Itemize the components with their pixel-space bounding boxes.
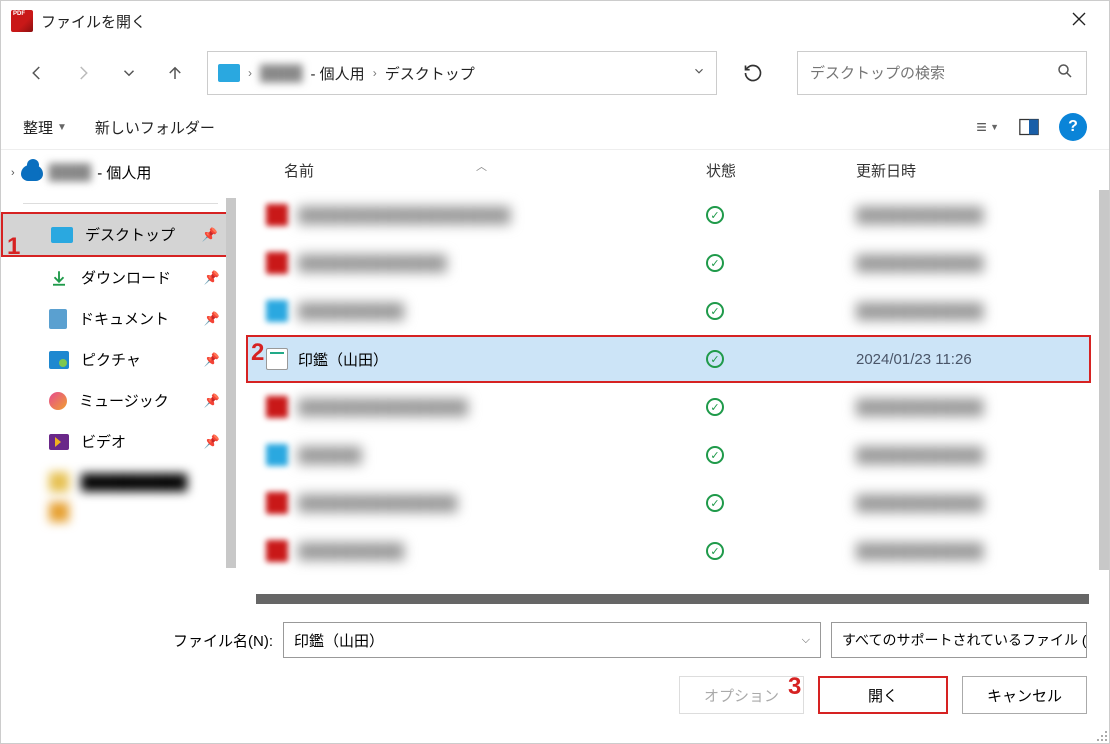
file-icon [266,348,288,370]
vertical-scrollbar[interactable] [1099,190,1109,570]
divider [23,203,218,204]
pin-icon[interactable]: 📌 [202,227,218,243]
breadcrumb-user-suffix[interactable]: - 個人用 [311,63,365,84]
sort-indicator-icon: ︿ [476,158,487,174]
filetype-combobox[interactable]: すべてのサポートされているファイル (* ⌵ [831,622,1087,658]
video-icon [49,434,69,450]
column-date[interactable]: 更新日時 [856,160,1079,181]
app-icon [11,10,33,32]
document-icon [49,309,67,329]
folder-icon [218,64,240,82]
filename-label: ファイル名(N): [173,630,273,651]
breadcrumb-bar[interactable]: › ████ - 個人用 › デスクトップ [207,51,717,95]
sidebar-item-videos[interactable]: ビデオ 📌 [1,421,236,462]
onedrive-icon [21,165,43,181]
tree-root-onedrive[interactable]: › ████ - 個人用 [1,156,236,189]
sidebar-item-downloads[interactable]: ダウンロード 📌 [1,257,236,298]
filename-combobox[interactable]: 印鑑（山田） ⌵ [283,622,821,658]
open-button[interactable]: 開く [818,676,948,714]
pin-icon[interactable]: 📌 [204,352,220,368]
column-headers: 名前︿ 状態 更新日時 [236,150,1109,191]
breadcrumb-desktop[interactable]: デスクトップ [385,63,475,84]
pin-icon[interactable]: 📌 [204,270,220,286]
horizontal-scrollbar[interactable] [256,594,1089,604]
footer: ファイル名(N): 印鑑（山田） ⌵ すべてのサポートされているファイル (* … [1,604,1109,732]
sidebar: › ████ - 個人用 デスクトップ 📌 ダウンロード 📌 ドキュメント 📌 [1,150,236,604]
new-folder-button[interactable]: 新しいフォルダー [95,117,215,138]
titlebar: ファイルを開く [1,1,1109,41]
synced-icon: ✓ [706,350,724,368]
resize-grip[interactable] [1093,727,1107,741]
column-name[interactable]: 名前︿ [266,160,706,181]
file-row[interactable]: ██████████████✓████████████ [236,239,1109,287]
music-icon [49,392,67,410]
back-button[interactable] [23,59,51,87]
recent-dropdown[interactable] [115,59,143,87]
file-date: 2024/01/23 11:26 [856,351,1079,368]
sidebar-item-hidden[interactable]: ██████████ [1,462,236,502]
sidebar-item-pictures[interactable]: ピクチャ 📌 [1,339,236,380]
close-button[interactable] [1059,4,1099,39]
column-status[interactable]: 状態 [706,160,856,181]
toolbar: 整理▼ 新しいフォルダー ▼ ? [1,105,1109,150]
chevron-right-icon[interactable]: › [11,167,15,179]
search-icon[interactable] [1056,62,1074,85]
refresh-button[interactable] [739,59,767,87]
search-input[interactable] [810,65,1056,82]
download-icon [49,268,69,288]
sidebar-item-music[interactable]: ミュージック 📌 [1,380,236,421]
filename-value: 印鑑（山田） [294,630,384,651]
sidebar-scrollbar[interactable] [226,198,236,568]
chevron-right-icon: › [248,66,252,80]
pin-icon[interactable]: 📌 [204,311,220,327]
pin-icon[interactable]: 📌 [204,434,220,450]
file-list: 名前︿ 状態 更新日時 ████████████████████✓███████… [236,150,1109,604]
search-box[interactable] [797,51,1087,95]
file-row-selected[interactable]: 印鑑（山田） ✓ 2024/01/23 11:26 [246,335,1091,383]
file-row[interactable]: ██████████✓████████████ [236,527,1109,575]
chevron-right-icon: › [373,66,377,80]
file-row[interactable]: ██████✓████████████ [236,431,1109,479]
window-title: ファイルを開く [41,11,146,32]
file-name: 印鑑（山田） [298,349,706,370]
view-mode-menu[interactable]: ▼ [975,115,999,139]
file-status: ✓ [706,350,856,369]
options-button[interactable]: オプション [679,676,804,714]
breadcrumb-user[interactable]: ████ [260,65,303,82]
open-file-dialog: ファイルを開く › ████ - 個人用 › デスクトップ 整理▼ 新しいフォル… [0,0,1110,744]
sidebar-item-documents[interactable]: ドキュメント 📌 [1,298,236,339]
up-button[interactable] [161,59,189,87]
filetype-value: すべてのサポートされているファイル (* [842,630,1087,650]
sidebar-item-hidden[interactable] [1,502,236,522]
desktop-icon [51,227,73,243]
body-area: › ████ - 個人用 デスクトップ 📌 ダウンロード 📌 ドキュメント 📌 [1,150,1109,604]
file-row[interactable]: ██████████✓████████████ [236,287,1109,335]
file-row[interactable]: ████████████████✓████████████ [236,383,1109,431]
preview-pane-button[interactable] [1017,115,1041,139]
file-row[interactable]: ███████████████✓████████████ [236,479,1109,527]
help-button[interactable]: ? [1059,113,1087,141]
pictures-icon [49,351,69,369]
nav-row: › ████ - 個人用 › デスクトップ [1,41,1109,105]
pin-icon[interactable]: 📌 [204,393,220,409]
cancel-button[interactable]: キャンセル [962,676,1087,714]
organize-menu[interactable]: 整理▼ [23,117,67,138]
sidebar-item-desktop[interactable]: デスクトップ 📌 [1,212,236,257]
chevron-down-icon[interactable]: ⌵ [802,634,810,647]
file-row[interactable]: ████████████████████✓████████████ [236,191,1109,239]
forward-button[interactable] [69,59,97,87]
path-dropdown[interactable] [692,64,706,83]
